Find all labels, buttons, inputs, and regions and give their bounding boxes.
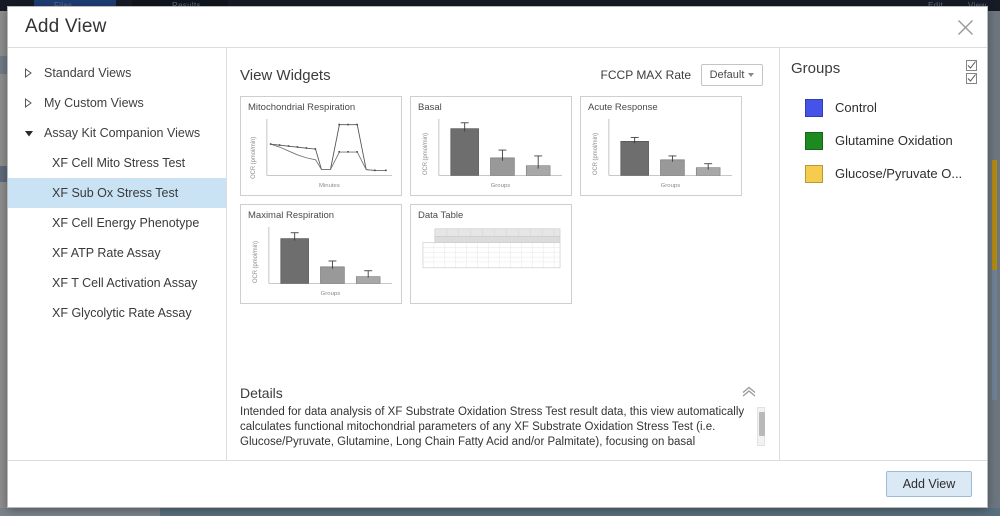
group-color-swatch <box>805 164 823 183</box>
svg-text:OCR (pmol/min): OCR (pmol/min) <box>251 137 257 179</box>
fccp-max-rate-select[interactable]: Default <box>701 64 763 86</box>
dialog-title: Add View <box>25 16 107 37</box>
backdrop-right-blue-marker <box>992 270 997 400</box>
checkbox-checked-icon <box>966 73 977 84</box>
add-view-dialog: Add View Standard Views My Custom Views <box>7 6 988 508</box>
sidebar-item-label: Standard Views <box>44 66 132 80</box>
acute-response-chart: OCR (pmol/min) Groups <box>587 115 736 191</box>
sidebar-item-xf-t-cell-activation-assay[interactable]: XF T Cell Activation Assay <box>8 268 226 298</box>
sidebar-item-label: XF Cell Mito Stress Test <box>52 156 186 170</box>
chevron-up-icon[interactable] <box>741 384 763 402</box>
fccp-max-rate-value: Default <box>709 69 745 81</box>
widget-title: Basal <box>418 102 442 113</box>
sidebar-item-assay-kit-companion-views[interactable]: Assay Kit Companion Views <box>8 118 226 148</box>
svg-text:Groups: Groups <box>491 183 511 189</box>
group-label: Glutamine Oxidation <box>835 133 953 148</box>
svg-text:OCR (pmol/min): OCR (pmol/min) <box>423 133 429 175</box>
group-label: Glucose/Pyruvate O... <box>835 166 963 181</box>
sidebar-item-label: XF ATP Rate Assay <box>52 246 161 260</box>
group-color-swatch <box>805 98 823 117</box>
view-widgets-title: View Widgets <box>240 66 331 84</box>
mitochondrial-respiration-chart: OCR (pmol/min) Minutes <box>247 115 396 191</box>
widget-grid: Mitochondrial Respiration OCR (pmol/min) <box>240 96 763 304</box>
svg-text:OCR (pmol/min): OCR (pmol/min) <box>253 241 259 283</box>
widget-basal[interactable]: Basal OCR (pmol/min) Groups <box>410 96 572 196</box>
svg-text:Groups: Groups <box>661 183 681 189</box>
group-item-glucose-pyruvate-oxidation[interactable]: Glucose/Pyruvate O... <box>791 157 987 190</box>
details-title: Details <box>240 385 283 401</box>
dialog-header: Add View <box>8 7 987 47</box>
chevron-down-icon <box>24 129 38 138</box>
details-section: Details Intended for data analysis of XF… <box>227 381 779 460</box>
widget-title: Data Table <box>418 210 464 221</box>
widget-title: Mitochondrial Respiration <box>248 102 356 113</box>
sidebar-item-xf-atp-rate-assay[interactable]: XF ATP Rate Assay <box>8 238 226 268</box>
fccp-control-group: FCCP MAX Rate Default <box>601 64 763 86</box>
details-text: Intended for data analysis of XF Substra… <box>240 406 745 448</box>
dialog-footer: Add View <box>8 460 987 507</box>
sidebar-item-label: My Custom Views <box>44 96 144 110</box>
views-nav-pane: Standard Views My Custom Views Assay Kit… <box>8 48 227 460</box>
sidebar-item-standard-views[interactable]: Standard Views <box>8 58 226 88</box>
checkbox-checked-icon <box>966 60 977 71</box>
group-item-control[interactable]: Control <box>791 91 987 124</box>
details-header: Details <box>240 381 763 405</box>
sidebar-item-xf-glycolytic-rate-assay[interactable]: XF Glycolytic Rate Assay <box>8 298 226 328</box>
svg-text:Groups: Groups <box>321 291 341 297</box>
add-view-button[interactable]: Add View <box>886 471 972 497</box>
sidebar-item-label: XF Sub Ox Stress Test <box>52 186 179 200</box>
backdrop-right-yellow-marker <box>992 160 997 270</box>
widget-data-table[interactable]: Data Table <box>410 204 572 304</box>
group-label: Control <box>835 100 877 115</box>
group-color-swatch <box>805 131 823 150</box>
basal-chart: OCR (pmol/min) Groups <box>417 115 566 191</box>
fccp-max-rate-label: FCCP MAX Rate <box>600 68 691 82</box>
groups-list: Control Glutamine Oxidation Glucose/Pyru… <box>791 91 987 190</box>
dialog-body: Standard Views My Custom Views Assay Kit… <box>8 47 987 460</box>
svg-text:Minutes: Minutes <box>319 183 340 189</box>
sidebar-item-label: Assay Kit Companion Views <box>44 126 201 140</box>
widget-mitochondrial-respiration[interactable]: Mitochondrial Respiration OCR (pmol/min) <box>240 96 402 196</box>
sidebar-item-xf-sub-ox-stress-test[interactable]: XF Sub Ox Stress Test <box>8 178 226 208</box>
groups-title: Groups <box>791 60 841 77</box>
widget-title: Maximal Respiration <box>248 210 335 221</box>
widget-acute-response[interactable]: Acute Response OCR (pmol/min) Groups <box>580 96 742 196</box>
view-widgets-section: View Widgets FCCP MAX Rate Default Mitoc… <box>227 48 779 304</box>
chevron-down-icon <box>748 73 755 77</box>
details-scrollbar[interactable] <box>757 407 765 446</box>
close-icon[interactable] <box>953 15 977 39</box>
sidebar-item-xf-cell-mito-stress-test[interactable]: XF Cell Mito Stress Test <box>8 148 226 178</box>
data-table-preview <box>417 223 566 299</box>
widget-title: Acute Response <box>588 102 658 113</box>
sidebar-item-label: XF Glycolytic Rate Assay <box>52 306 192 320</box>
group-item-glutamine-oxidation[interactable]: Glutamine Oxidation <box>791 124 987 157</box>
sidebar-item-my-custom-views[interactable]: My Custom Views <box>8 88 226 118</box>
groups-pane: Groups Control Glutamine Oxidation Gluco… <box>780 48 987 460</box>
widget-maximal-respiration[interactable]: Maximal Respiration OCR (pmol/min) Group… <box>240 204 402 304</box>
backdrop-bottom-accent <box>160 508 1000 516</box>
chevron-right-icon <box>24 68 38 78</box>
sidebar-item-label: XF T Cell Activation Assay <box>52 276 198 290</box>
chevron-right-icon <box>24 98 38 108</box>
svg-text:OCR (pmol/min): OCR (pmol/min) <box>593 133 599 175</box>
sidebar-item-label: XF Cell Energy Phenotype <box>52 216 200 230</box>
details-scrollbar-thumb[interactable] <box>759 412 765 436</box>
center-pane: View Widgets FCCP MAX Rate Default Mitoc… <box>227 48 780 460</box>
sidebar-item-xf-cell-energy-phenotype[interactable]: XF Cell Energy Phenotype <box>8 208 226 238</box>
groups-select-all-toggle[interactable] <box>966 60 977 84</box>
view-widgets-header: View Widgets FCCP MAX Rate Default <box>240 60 763 90</box>
maximal-respiration-chart: OCR (pmol/min) Groups <box>247 223 396 299</box>
